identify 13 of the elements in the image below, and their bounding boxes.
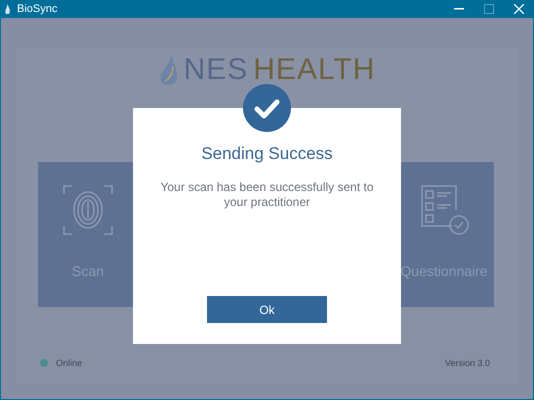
close-icon [514,4,524,14]
minimize-icon [454,8,464,10]
dialog-title: Sending Success [201,144,333,164]
status-label: Online [56,358,84,368]
dialog-message: Your scan has been successfully sent to your practitioner [159,180,375,210]
fingerprint-icon [62,184,114,236]
flame-icon [4,4,11,14]
logo-word: HEALTH [253,55,376,85]
maximize-icon [484,4,494,14]
version-label: Version 3.0 [444,358,490,368]
window-title: BioSync [17,3,58,15]
ok-button[interactable]: Ok [207,296,327,323]
droplet-logo-icon [158,54,179,86]
